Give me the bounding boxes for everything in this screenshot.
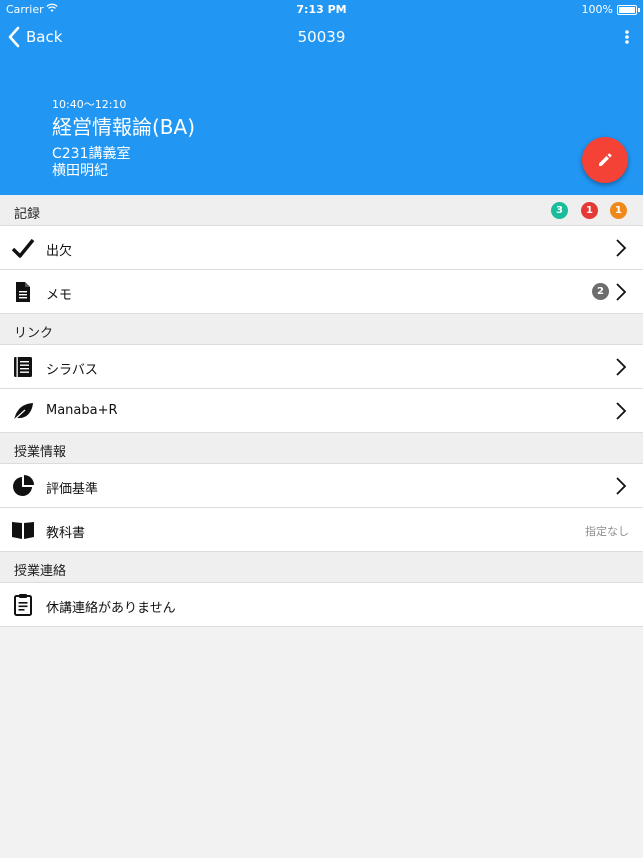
back-button[interactable]: Back [6,25,62,49]
row-no-cancellation: 休講連絡がありません [0,583,643,627]
section-links: リンク [0,314,643,345]
navigation-bar: Back 50039 [0,20,643,54]
battery-percentage: 100% [581,3,613,16]
back-label: Back [26,28,63,46]
no-cancellation-label: 休講連絡がありません [46,601,176,616]
more-options-button[interactable] [619,26,635,48]
book-list-icon [14,357,32,377]
battery-icon [617,5,637,15]
section-links-title: リンク [14,326,54,341]
manaba-label: Manaba+R [46,403,118,418]
pie-chart-icon [13,475,34,496]
chevron-left-icon [8,26,20,48]
course-detail-list: 記録 3 1 1 出欠 メモ 2 リンク シラバス Manaba+R 授業情報 … [0,195,643,627]
document-icon [16,282,30,302]
chevron-right-icon [616,283,627,301]
class-time: 10:40～12:10 [52,98,127,111]
section-notices-title: 授業連絡 [14,564,67,579]
section-course-info: 授業情報 [0,433,643,464]
battery-tip [638,8,640,12]
chevron-right-icon [616,239,627,257]
memo-count-badge: 2 [592,283,609,300]
textbook-label: 教科書 [46,526,86,541]
row-manaba[interactable]: Manaba+R [0,389,643,433]
syllabus-label: シラバス [46,363,98,378]
check-icon [11,238,35,258]
record-badge-green: 3 [551,202,568,219]
status-bar: Carrier 7:13 PM 100% [0,0,643,20]
clipboard-icon [14,594,32,616]
row-grading-criteria[interactable]: 評価基準 [0,464,643,508]
attendance-label: 出欠 [46,244,73,259]
clock: 7:13 PM [296,3,347,16]
section-course-info-title: 授業情報 [14,445,67,460]
section-records: 記録 3 1 1 [0,195,643,226]
chevron-right-icon [616,402,627,420]
row-syllabus[interactable]: シラバス [0,345,643,389]
pencil-icon [599,153,612,166]
leaf-icon [13,403,33,421]
textbook-value: 指定なし [585,525,629,538]
course-title: 経営情報論(BA) [52,115,196,139]
row-textbook: 教科書 指定なし [0,508,643,552]
chevron-right-icon [616,358,627,376]
page-title: 50039 [297,28,346,46]
section-records-title: 記録 [14,207,41,222]
course-header: 10:40～12:10 経営情報論(BA) C231講義室 横田明紀 [0,54,643,195]
memo-label: メモ [46,288,73,303]
record-badge-orange: 1 [610,202,627,219]
more-vertical-icon [625,30,629,44]
grading-label: 評価基準 [46,482,99,497]
open-book-icon [12,522,34,539]
row-attendance[interactable]: 出欠 [0,226,643,270]
teacher-name: 横田明紀 [52,163,108,179]
chevron-right-icon [616,477,627,495]
edit-fab-button[interactable] [582,137,628,183]
row-memo[interactable]: メモ 2 [0,270,643,314]
section-notices: 授業連絡 [0,552,643,583]
record-badge-red: 1 [581,202,598,219]
